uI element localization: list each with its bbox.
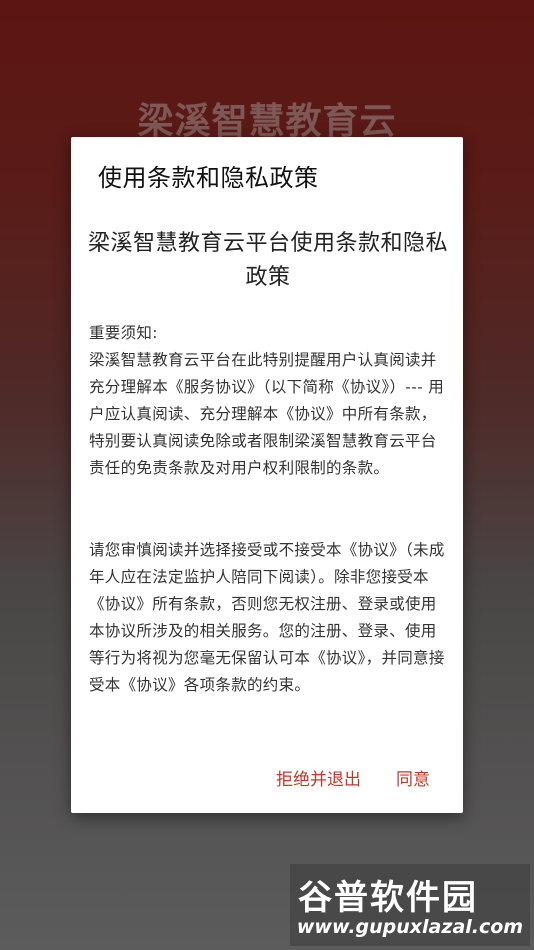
- terms-paragraph-2: 请您审慎阅读并选择接受或不接受本《协议》（未成年人应在法定监护人陪同下阅读）。除…: [89, 541, 445, 694]
- notice-label: 重要须知:: [89, 324, 158, 342]
- agree-button[interactable]: 同意: [396, 765, 430, 790]
- watermark-logo: 谷普软件园: [298, 878, 478, 918]
- document-heading: 梁溪智慧教育云平台使用条款和隐私政策: [87, 231, 448, 290]
- notice-text: 梁溪智慧教育云平台在此特别提醒用户认真阅读并充分理解本《服务协议》（以下简称《协…: [89, 351, 445, 477]
- terms-paragraph-1: 重要须知: 梁溪智慧教育云平台在此特别提醒用户认真阅读并充分理解本《服务协议》（…: [89, 320, 449, 482]
- watermark-url: www.gupuxlazal.com: [296, 916, 524, 938]
- dialog-title: 使用条款和隐私政策: [98, 164, 319, 192]
- refuse-and-exit-button[interactable]: 拒绝并退出: [276, 765, 361, 790]
- site-watermark: 谷普软件园 www.gupuxlazal.com: [290, 864, 530, 946]
- terms-dialog: 使用条款和隐私政策 梁溪智慧教育云平台使用条款和隐私政策 重要须知: 梁溪智慧教…: [71, 137, 463, 813]
